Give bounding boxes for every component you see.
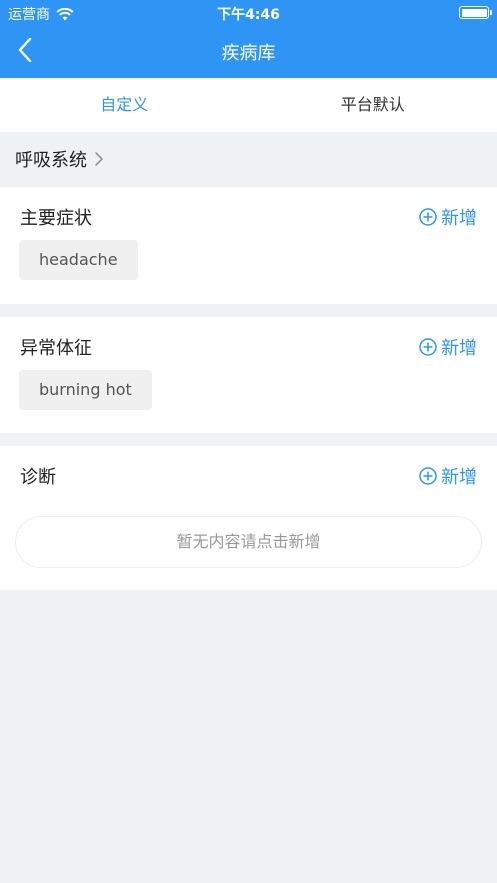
- add-label: 新增: [441, 208, 477, 229]
- battery-level: [461, 8, 487, 17]
- plus-circle-icon: [419, 208, 437, 226]
- symptom-chip[interactable]: headache: [19, 240, 138, 280]
- section-title: 诊断: [20, 467, 56, 488]
- section-title: 主要症状: [20, 208, 92, 229]
- status-time: 下午4:46: [217, 7, 280, 23]
- add-abnormal-sign-button[interactable]: 新增: [419, 334, 477, 360]
- abnormal-signs-section: 异常体征 新增 burning hot: [0, 317, 497, 433]
- battery-icon: [459, 6, 492, 19]
- category-selector[interactable]: 呼吸系统: [0, 132, 497, 186]
- nav-bar: 疾病库: [0, 26, 497, 78]
- empty-placeholder: 暂无内容请点击新增: [15, 516, 482, 568]
- header: 运营商 下午4:46 疾病库: [0, 0, 497, 78]
- plus-circle-icon: [419, 467, 437, 485]
- status-bar: 运营商 下午4:46: [0, 0, 497, 26]
- tab-custom[interactable]: 自定义: [0, 78, 249, 132]
- sign-chip[interactable]: burning hot: [19, 370, 152, 410]
- add-label: 新增: [441, 338, 477, 359]
- add-main-symptom-button[interactable]: 新增: [419, 204, 477, 230]
- main-symptoms-section: 主要症状 新增 headache: [0, 187, 497, 304]
- chevron-right-icon: [95, 152, 103, 166]
- tab-bar: 自定义 平台默认: [0, 78, 497, 132]
- page-title: 疾病库: [221, 43, 276, 64]
- plus-circle-icon: [419, 338, 437, 356]
- category-label: 呼吸系统: [15, 150, 87, 171]
- tab-platform-default[interactable]: 平台默认: [249, 78, 497, 132]
- add-label: 新增: [441, 467, 477, 488]
- diagnosis-section: 诊断 新增 暂无内容请点击新增: [0, 446, 497, 590]
- add-diagnosis-button[interactable]: 新增: [419, 463, 477, 489]
- section-title: 异常体征: [20, 338, 92, 359]
